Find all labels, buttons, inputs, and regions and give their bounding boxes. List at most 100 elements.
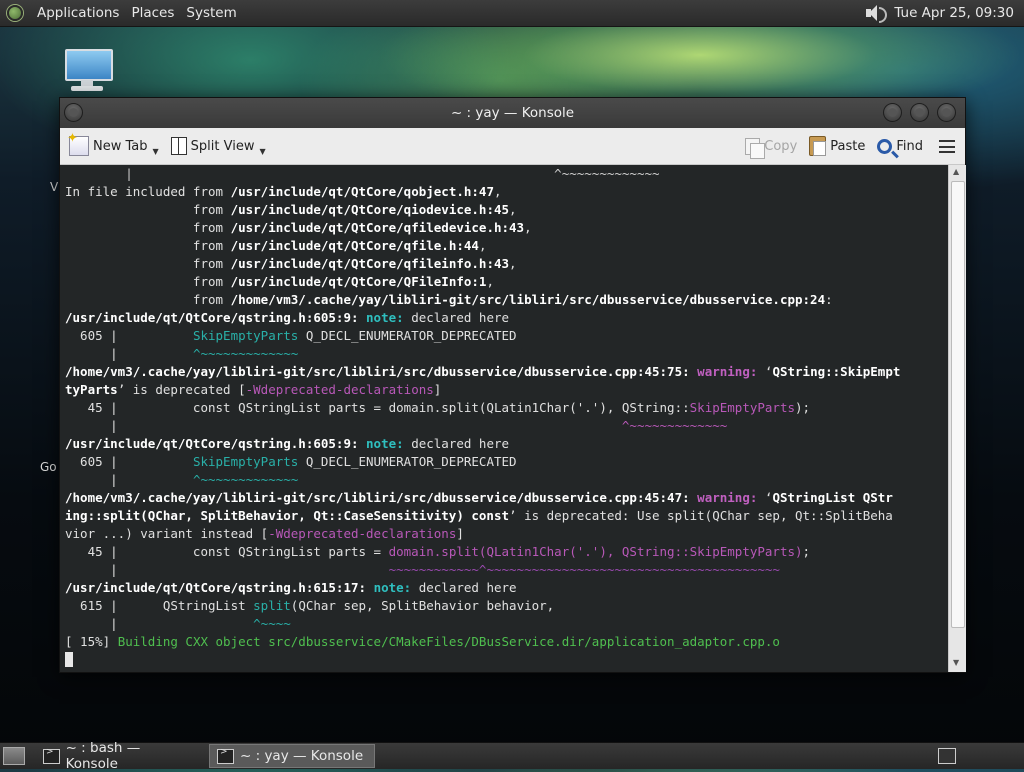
- menu-applications[interactable]: Applications: [31, 5, 125, 21]
- terminal-lines: | ^~~~~~~~~~~~~~ In file included from /u…: [65, 165, 900, 669]
- taskbar-item[interactable]: ~ : bash — Konsole: [35, 740, 201, 772]
- terminal-segment: vior ...) variant instead [: [65, 526, 269, 541]
- copy-icon: [745, 137, 766, 159]
- dropdown-arrow-icon[interactable]: ▼: [153, 147, 159, 156]
- terminal-segment: );: [795, 400, 811, 415]
- scroll-down-arrow-icon[interactable]: ▼: [953, 658, 959, 667]
- terminal-segment: ’ is deprecated [: [117, 382, 246, 397]
- terminal-segment: /usr/include/qt/QtCore/qstring.h:615:17:: [65, 580, 367, 595]
- desktop-icon-label[interactable]: Go: [40, 460, 57, 474]
- terminal-segment: ]: [433, 382, 442, 397]
- terminal-segment: from: [65, 202, 231, 217]
- terminal-segment: 605 |: [65, 328, 193, 343]
- terminal-segment: /usr/include/qt/QtCore/qstring.h:605:9:: [65, 310, 359, 325]
- terminal-segment: declared here: [403, 310, 510, 325]
- paste-icon: [809, 136, 827, 156]
- distro-logo-icon[interactable]: [7, 5, 23, 21]
- terminal-line: /usr/include/qt/QtCore/qstring.h:615:17:…: [65, 579, 900, 597]
- terminal-segment: In file included from: [65, 184, 231, 199]
- terminal-line: from /usr/include/qt/QtCore/qiodevice.h:…: [65, 201, 900, 219]
- scrollbar-thumb[interactable]: [951, 181, 965, 628]
- terminal-line: from /usr/include/qt/QtCore/qfileinfo.h:…: [65, 255, 900, 273]
- terminal-segment: [366, 580, 374, 595]
- terminal-segment: ;: [802, 544, 811, 559]
- terminal-segment: ,: [486, 274, 494, 289]
- split-view-icon: [170, 137, 187, 155]
- toolbar: New Tab ▼ Split View ▼ Copy Paste Find: [60, 128, 965, 165]
- terminal-segment: warning:: [697, 364, 758, 379]
- terminal-prompt-line: [65, 651, 900, 669]
- terminal-line: | ^~~~~~~~~~~~~~: [65, 417, 900, 435]
- terminal-segment: ing::split(QChar, SplitBehavior, Qt::Cas…: [65, 508, 510, 523]
- terminal-segment: ‘: [757, 490, 773, 505]
- terminal-segment: /home/vm3/.cache/yay/libliri-git/src/lib…: [230, 292, 826, 307]
- terminal-segment: ,: [524, 220, 532, 235]
- taskbar-item-active[interactable]: ~ : yay — Konsole: [209, 744, 375, 768]
- dropdown-arrow-icon[interactable]: ▼: [259, 147, 265, 156]
- terminal-segment: SkipEmptyParts: [192, 454, 299, 469]
- menu-places[interactable]: Places: [125, 5, 180, 21]
- top-panel: Applications Places System Tue Apr 25, 0…: [0, 0, 1024, 27]
- terminal-segment: from: [65, 292, 231, 307]
- terminal-segment: ’ is deprecated: Use split(QChar sep, Qt…: [509, 508, 893, 523]
- terminal-segment: -Wdeprecated-declarations: [268, 526, 457, 541]
- computer-icon[interactable]: [63, 47, 113, 95]
- terminal-segment: 605 |: [65, 454, 193, 469]
- hamburger-menu-icon: [939, 139, 955, 153]
- menu-system[interactable]: System: [180, 5, 242, 21]
- terminal-segment: |: [65, 472, 193, 487]
- terminal-segment: from: [65, 274, 231, 289]
- find-button[interactable]: Find: [871, 132, 929, 160]
- scroll-up-arrow-icon[interactable]: ▲: [953, 167, 959, 176]
- terminal-segment: QString::SkipEmpt: [772, 364, 901, 379]
- terminal-segment: /home/vm3/.cache/yay/libliri-git/src/lib…: [65, 364, 690, 379]
- terminal-segment: ^~~~~~~~~~~~~~: [621, 418, 728, 433]
- terminal-line: from /home/vm3/.cache/yay/libliri-git/sr…: [65, 291, 900, 309]
- show-desktop-icon[interactable]: [3, 747, 25, 765]
- desktop-icon-label[interactable]: V: [50, 180, 58, 194]
- new-tab-button[interactable]: New Tab ▼: [63, 131, 165, 160]
- maximize-button[interactable]: [910, 103, 929, 122]
- terminal-segment: /usr/include/qt/QtCore/qfileinfo.h:43: [230, 256, 510, 271]
- terminal-line: from /usr/include/qt/QtCore/qfile.h:44,: [65, 237, 900, 255]
- copy-button[interactable]: Copy: [739, 132, 803, 160]
- terminal-segment: from: [65, 238, 231, 253]
- terminal-line: 45 | const QStringList parts = domain.sp…: [65, 399, 900, 417]
- terminal-segment: (QChar sep, SplitBehavior behavior,: [290, 598, 555, 613]
- window-titlebar[interactable]: ~ : yay — Konsole: [60, 98, 965, 128]
- minimize-button[interactable]: [883, 103, 902, 122]
- terminal-segment: note:: [373, 580, 412, 595]
- terminal-line: | ^~~~~: [65, 615, 900, 633]
- terminal-segment: ,: [509, 256, 517, 271]
- terminal-segment: ^~~~~: [253, 616, 291, 631]
- window-menu-button[interactable]: [64, 103, 83, 122]
- konsole-window: ~ : yay — Konsole New Tab ▼ Split View ▼…: [59, 97, 966, 673]
- terminal-segment: |: [65, 346, 193, 361]
- terminal-scrollbar[interactable]: ▲ ▼: [948, 165, 966, 672]
- find-label: Find: [896, 138, 923, 154]
- hamburger-menu-button[interactable]: [933, 132, 961, 160]
- volume-icon[interactable]: [864, 4, 888, 23]
- terminal-segment: ~~~~~~~~~~~~^~~~~~~~~~~~~~~~~~~~~~~~~~~~…: [388, 562, 780, 577]
- split-view-button[interactable]: Split View ▼: [165, 132, 272, 160]
- terminal-segment: ,: [509, 202, 517, 217]
- terminal-segment: Q_DECL_ENUMERATOR_DEPRECATED: [298, 454, 517, 469]
- terminal-segment: | ^~~~~~~~~~~~~~: [65, 166, 660, 181]
- terminal-output[interactable]: | ^~~~~~~~~~~~~~ In file included from /u…: [60, 165, 948, 672]
- terminal-segment: ,: [478, 238, 487, 253]
- paste-button[interactable]: Paste: [803, 132, 871, 160]
- terminal-segment: tyParts: [65, 382, 118, 397]
- terminal-line: from /usr/include/qt/QtCore/QFileInfo:1,: [65, 273, 900, 291]
- terminal-line: from /usr/include/qt/QtCore/qfiledevice.…: [65, 219, 900, 237]
- terminal-segment: ‘: [757, 364, 773, 379]
- close-button[interactable]: [937, 103, 956, 122]
- terminal-segment: from: [65, 256, 231, 271]
- terminal-segment: /usr/include/qt/QtCore/qobject.h:47: [230, 184, 494, 199]
- terminal-segment: /home/vm3/.cache/yay/libliri-git/src/lib…: [65, 490, 690, 505]
- terminal-tray-icon[interactable]: [938, 748, 956, 764]
- terminal-segment: note:: [366, 310, 404, 325]
- terminal-segment: domain.split(QLatin1Char('.'), QString::…: [388, 544, 803, 559]
- panel-tray: Tue Apr 25, 09:30: [864, 4, 1014, 23]
- terminal-line: | ^~~~~~~~~~~~~~: [65, 345, 900, 363]
- clock[interactable]: Tue Apr 25, 09:30: [894, 5, 1014, 21]
